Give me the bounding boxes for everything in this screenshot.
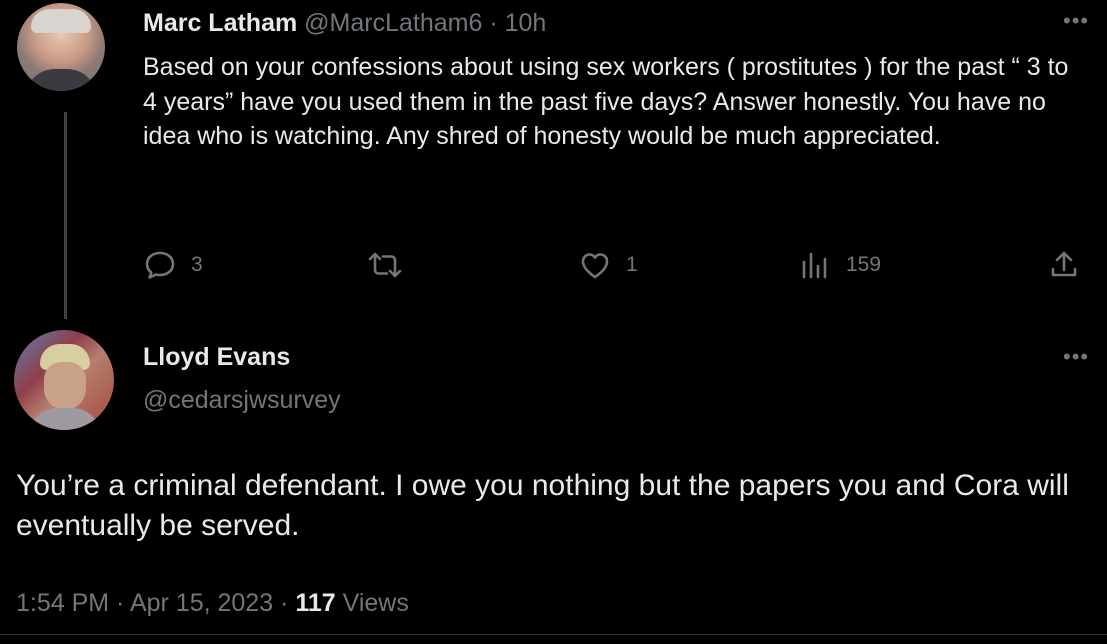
parent-author-name[interactable]: Marc Latham [143,9,297,37]
repost-icon [365,250,405,280]
timestamp[interactable]: 1:54 PM · Apr 15, 2023 · [16,589,295,617]
share-icon [1048,249,1080,281]
avatar-lloyd-evans[interactable] [14,330,114,430]
views-total: 117 [295,589,336,617]
repost-button[interactable] [365,248,419,282]
parent-tweet-actions: 3 1 159 [143,248,1088,282]
like-button[interactable]: 1 [578,248,638,282]
reply-tweet-text: You’re a criminal defendant. I owe you n… [16,469,1069,542]
parent-tweet-text: Based on your confessions about using se… [143,53,1069,150]
avatar-marc-latham[interactable] [17,3,105,91]
share-button[interactable] [1048,248,1080,282]
reply-button[interactable]: 3 [143,248,203,282]
thread-connector-line [64,112,67,319]
reply-author-name[interactable]: Lloyd Evans [143,340,290,374]
analytics-icon [798,250,832,280]
more-horizontal-icon[interactable]: ••• [1063,346,1089,368]
reply-author-handle[interactable]: @cedarsjwsurvey [143,383,341,417]
views-count: 159 [846,253,882,276]
reply-tweet-meta: 1:54 PM · Apr 15, 2023 · 117 Views [16,586,409,620]
parent-author-handle-time[interactable]: @MarcLatham6 · 10h [304,9,546,37]
heart-icon [578,250,612,280]
parent-tweet-header: Marc Latham @MarcLatham6 · 10h [143,6,546,40]
views-button[interactable]: 159 [798,248,881,282]
views-label: Views [335,589,409,617]
reply-icon [143,250,177,280]
like-count: 1 [626,253,638,276]
reply-count: 3 [191,253,203,276]
divider [0,634,1107,635]
tweet-thread: Marc Latham @MarcLatham6 · 10h ••• Based… [0,0,1107,644]
more-horizontal-icon[interactable]: ••• [1063,10,1089,32]
